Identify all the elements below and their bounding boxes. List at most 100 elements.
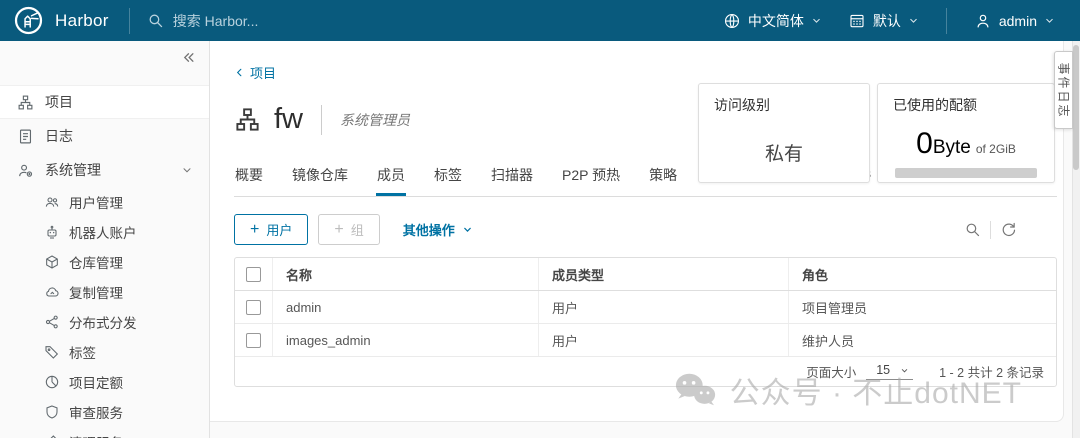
members-table: 名称 成员类型 角色 admin 用户 项目管理员 images_admin 用… (234, 257, 1057, 387)
project-role: 系统管理员 (340, 111, 410, 128)
search-icon[interactable] (964, 221, 981, 238)
tab-labels[interactable]: 标签 (433, 165, 463, 196)
cloud-sync-icon (44, 284, 60, 300)
toolbar-divider (990, 220, 991, 239)
sidebar-item-label: 机器人账户 (69, 226, 137, 241)
sidebar-item-distributions[interactable]: 分布式分发 (0, 307, 209, 337)
quota-total: of 2GiB (975, 142, 1016, 156)
table-footer: 页面大小 15 1 - 2 共计 2 条记录 (235, 357, 1056, 386)
select-all-checkbox[interactable] (246, 266, 261, 282)
sidebar-item-labels[interactable]: 标签 (0, 337, 209, 367)
pagination-summary: 1 - 2 共计 2 条记录 (939, 366, 1044, 380)
tab-policy[interactable]: 策略 (648, 165, 678, 196)
page-scrollbar (1072, 41, 1080, 438)
sidebar-item-label: 审查服务 (69, 406, 123, 421)
more-actions-dropdown[interactable]: 其他操作 (403, 220, 473, 239)
language-label: 中文简体 (747, 12, 804, 29)
event-log-side-tab[interactable]: 事件日志 (1054, 51, 1073, 129)
sidebar-item-projects[interactable]: 项目 (0, 85, 209, 119)
page-size-value: 15 (876, 363, 891, 377)
theme-menu[interactable]: 默认 (835, 0, 932, 41)
sidebar-item-interrogation-services[interactable]: 审查服务 (0, 397, 209, 427)
add-group-button[interactable]: + 组 (318, 214, 380, 245)
plus-icon: + (334, 220, 344, 238)
scrollbar-thumb[interactable] (1073, 45, 1079, 170)
table-row[interactable]: images_admin 用户 维护人员 (235, 324, 1056, 357)
project-name: fw (274, 103, 303, 135)
cell-role: 项目管理员 (788, 291, 1056, 323)
add-user-button[interactable]: + 用户 (234, 214, 309, 245)
tab-summary[interactable]: 概要 (234, 165, 264, 196)
brand-name: Harbor (55, 10, 109, 30)
sidebar-item-project-quotas[interactable]: 项目定额 (0, 367, 209, 397)
summary-cards: 访问级别 私有 已使用的配额 0Byte of 2GiB (698, 83, 1055, 183)
table-row[interactable]: admin 用户 项目管理员 (235, 291, 1056, 324)
quota-unit: Byte (932, 137, 971, 158)
tab-scanner[interactable]: 扫描器 (490, 165, 534, 196)
sidebar-item-label: 日志 (45, 128, 73, 144)
sidebar-item-clean-up[interactable]: 清理服务 (0, 427, 209, 438)
navbar-divider (128, 7, 130, 34)
sidebar-item-label: 项目 (45, 94, 73, 110)
access-level-title: 访问级别 (714, 97, 770, 113)
tag-icon (44, 344, 60, 360)
sidebar-item-label: 仓库管理 (69, 256, 123, 271)
refresh-icon[interactable] (1000, 221, 1017, 238)
cell-member-type: 用户 (538, 324, 788, 356)
add-group-label: 组 (350, 223, 364, 238)
sidebar-item-logs[interactable]: 日志 (0, 119, 209, 153)
sidebar-item-robot-accounts[interactable]: 机器人账户 (0, 217, 209, 247)
sidebar-item-replications[interactable]: 复制管理 (0, 277, 209, 307)
search-placeholder: 搜索 Harbor... (172, 12, 259, 29)
language-menu[interactable]: 中文简体 (710, 0, 835, 41)
row-select-cell (235, 324, 272, 356)
brand[interactable]: Harbor (0, 5, 129, 36)
add-user-label: 用户 (266, 223, 293, 238)
document-icon (17, 128, 34, 145)
row-checkbox[interactable] (246, 332, 261, 348)
search-icon (147, 12, 164, 29)
cell-name: admin (272, 291, 538, 323)
quota-title: 已使用的配额 (893, 97, 977, 113)
cell-member-type: 用户 (538, 291, 788, 323)
sidebar-item-label: 标签 (69, 346, 96, 361)
content-area: 项目 fw 系统管理员 访问级别 私有 已使用的配额 0Byte of 2GiB… (210, 41, 1080, 438)
chevron-left-icon (234, 67, 245, 78)
sidebar-item-user-management[interactable]: 用户管理 (0, 187, 209, 217)
chevron-down-icon (462, 224, 473, 235)
tab-repositories[interactable]: 镜像仓库 (291, 165, 349, 196)
sidebar-item-registries[interactable]: 仓库管理 (0, 247, 209, 277)
table-header-row: 名称 成员类型 角色 (235, 258, 1056, 291)
sidebar-item-label: 系统管理 (45, 162, 101, 178)
page-size-label: 页面大小 (806, 366, 857, 380)
broom-icon (44, 434, 60, 438)
global-search[interactable]: 搜索 Harbor... (147, 11, 710, 31)
top-navbar: Harbor 搜索 Harbor... 中文简体 默认 admin (0, 0, 1080, 41)
theme-grid-icon (848, 12, 866, 30)
header-member-type: 成员类型 (538, 258, 788, 290)
globe-icon (723, 12, 741, 30)
quota-card: 已使用的配额 0Byte of 2GiB (877, 83, 1055, 183)
chevron-down-icon (811, 15, 822, 26)
tab-p2p-preheat[interactable]: P2P 预热 (561, 165, 621, 196)
breadcrumb[interactable]: 项目 (234, 63, 276, 82)
access-level-card: 访问级别 私有 (698, 83, 870, 183)
grid-actions (964, 220, 1017, 239)
user-label: admin (998, 12, 1037, 29)
cell-role: 维护人员 (788, 324, 1056, 356)
project-detail-panel: 项目 fw 系统管理员 访问级别 私有 已使用的配额 0Byte of 2GiB… (210, 41, 1064, 422)
header-role: 角色 (788, 258, 1056, 290)
sidebar-item-administration[interactable]: 系统管理 (0, 153, 209, 187)
user-icon (974, 12, 992, 30)
shield-icon (44, 404, 60, 420)
page-size-select[interactable]: 15 (866, 363, 914, 380)
user-menu[interactable]: admin (961, 0, 1068, 41)
cell-name: images_admin (272, 324, 538, 356)
sidebar-collapse-icon[interactable] (181, 50, 196, 65)
more-actions-label: 其他操作 (402, 223, 455, 238)
sidebar-item-label: 分布式分发 (69, 316, 137, 331)
quota-value: 0Byte of 2GiB (893, 127, 1039, 161)
header-name: 名称 (272, 258, 538, 290)
tab-members[interactable]: 成员 (376, 165, 406, 196)
row-checkbox[interactable] (246, 299, 261, 315)
